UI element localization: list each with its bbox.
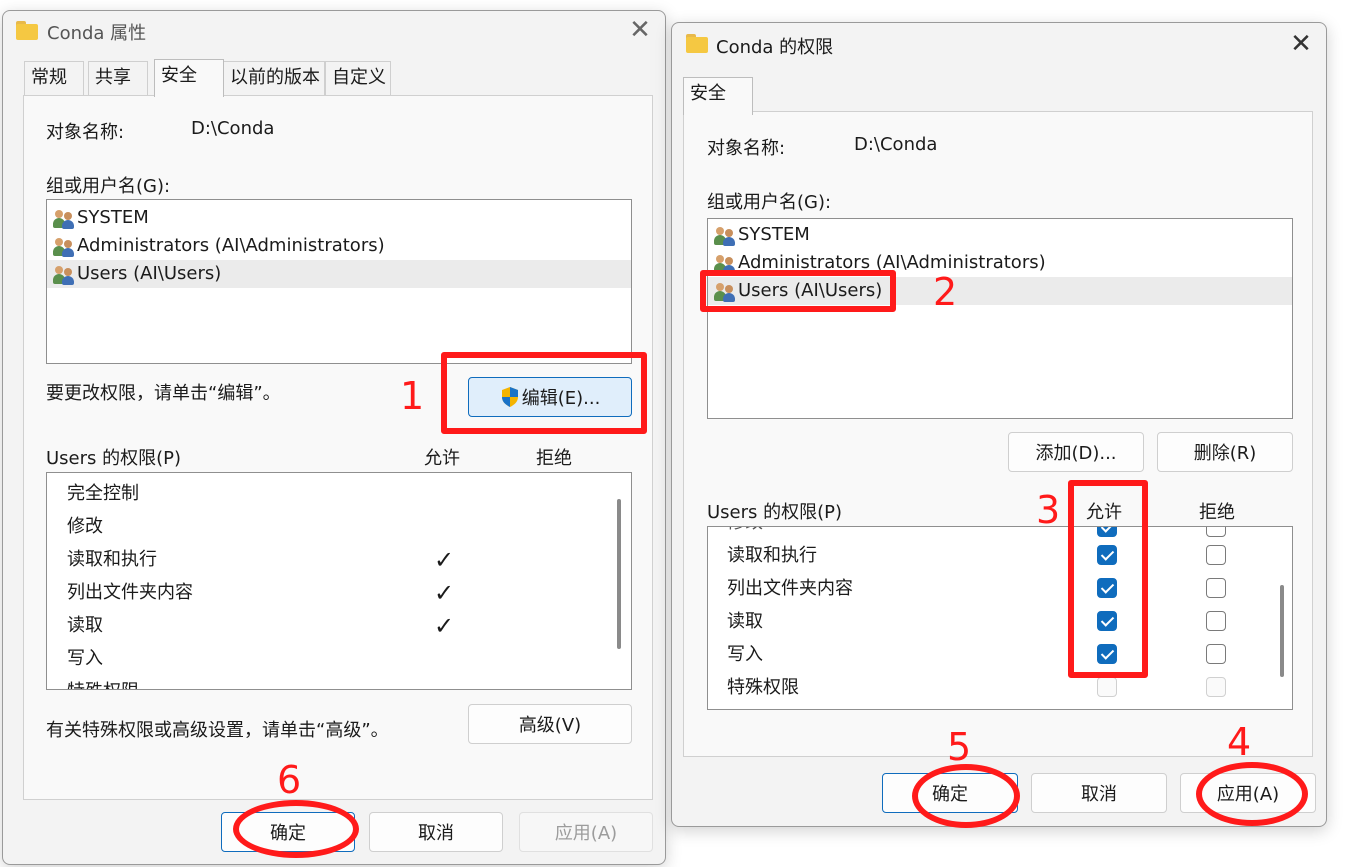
- list-item[interactable]: Administrators (AI\Administrators): [47, 232, 631, 260]
- permissions-list[interactable]: 完全控制 修改 读取和执行 列出文件夹内容 读取 写入 特殊权限 ✓ ✓ ✓: [46, 472, 632, 690]
- close-icon[interactable]: ✕: [1288, 31, 1314, 57]
- deny-checkbox[interactable]: [1206, 527, 1226, 537]
- annotation-box-users: [700, 270, 896, 312]
- list-item[interactable]: Users (AI\Users): [47, 260, 631, 288]
- user-list[interactable]: SYSTEM Administrators (AI\Administrators…: [707, 218, 1293, 419]
- permission-row: 写入: [727, 644, 763, 665]
- check-icon: ✓: [434, 546, 455, 574]
- check-icon: ✓: [434, 579, 455, 607]
- annotation-circle-ok: [233, 800, 359, 858]
- user-group-icon: [714, 227, 736, 246]
- allow-checkbox: [1097, 677, 1117, 697]
- tab-previous-versions[interactable]: 以前的版本: [223, 61, 325, 95]
- security-panel: 对象名称: D:\Conda 组或用户名(G): SYSTEM Administ…: [683, 111, 1313, 757]
- window-title: Conda 属性: [47, 23, 147, 44]
- annotation-circle-ok: [912, 764, 1020, 828]
- permission-row: 修改: [67, 516, 103, 537]
- tab-label: 安全: [161, 65, 197, 86]
- deny-checkbox: [1206, 677, 1226, 697]
- deny-checkbox[interactable]: [1206, 611, 1226, 631]
- properties-dialog: Conda 属性 ✕ 常规 共享 安全 以前的版本 自定义 对象名称: D:\C…: [2, 10, 666, 865]
- permission-row: 列出文件夹内容: [727, 578, 853, 599]
- permission-row: 特殊权限: [67, 675, 139, 689]
- remove-button[interactable]: 删除(R): [1157, 432, 1293, 472]
- deny-checkbox[interactable]: [1206, 578, 1226, 598]
- tab-security[interactable]: 安全: [683, 77, 753, 115]
- permission-row: 读取和执行: [727, 545, 817, 566]
- deny-checkbox[interactable]: [1206, 644, 1226, 664]
- close-icon[interactable]: ✕: [627, 17, 653, 43]
- permissions-label: Users 的权限(P): [46, 448, 182, 469]
- annotation-circle-apply: [1196, 762, 1308, 826]
- permission-row: 读取和执行: [67, 549, 157, 570]
- deny-header: 拒绝: [536, 448, 572, 469]
- step-number: 3: [1036, 488, 1061, 532]
- scrollbar-thumb[interactable]: [617, 499, 621, 649]
- tab-label: 安全: [690, 83, 726, 104]
- permission-row: 完全控制: [67, 483, 139, 504]
- user-name: SYSTEM: [738, 224, 810, 245]
- advanced-hint: 有关特殊权限或高级设置，请单击“高级”。: [46, 720, 389, 741]
- permissions-dialog: Conda 的权限 ✕ 安全 对象名称: D:\Conda 组或用户名(G): …: [671, 22, 1327, 827]
- tab-label: 常规: [31, 67, 67, 88]
- object-name-label: 对象名称:: [46, 122, 125, 143]
- allow-header: 允许: [424, 448, 460, 469]
- folder-icon: [686, 34, 708, 53]
- user-list[interactable]: SYSTEM Administrators (AI\Administrators…: [46, 199, 632, 364]
- tab-label: 自定义: [332, 67, 386, 88]
- step-number: 4: [1227, 720, 1252, 764]
- tab-sharing[interactable]: 共享: [88, 61, 148, 95]
- window-title: Conda 的权限: [716, 37, 834, 58]
- permissions-list[interactable]: 修改 读取和执行 列出文件夹内容 读取 写入 特殊权限: [707, 526, 1293, 710]
- scrollbar-thumb[interactable]: [1280, 585, 1284, 677]
- user-group-icon: [53, 238, 75, 257]
- advanced-button[interactable]: 高级(V): [468, 704, 632, 744]
- annotation-box-edit: [441, 352, 647, 434]
- tab-customize[interactable]: 自定义: [325, 61, 391, 95]
- user-name: Users (AI\Users): [77, 263, 222, 284]
- tab-label: 以前的版本: [230, 67, 320, 88]
- annotation-box-allow: [1068, 480, 1148, 678]
- permission-row: 列出文件夹内容: [67, 582, 193, 603]
- security-panel: 对象名称: D:\Conda 组或用户名(G): SYSTEM Administ…: [23, 95, 653, 800]
- apply-button[interactable]: 应用(A): [519, 812, 653, 852]
- check-icon: ✓: [434, 612, 455, 640]
- tab-label: 共享: [95, 67, 131, 88]
- step-number: 1: [400, 374, 425, 418]
- permission-row: 特殊权限: [727, 677, 799, 698]
- object-name-label: 对象名称:: [707, 138, 786, 159]
- permission-row: 修改: [727, 527, 763, 539]
- list-item[interactable]: SYSTEM: [708, 221, 1292, 249]
- list-item[interactable]: SYSTEM: [47, 204, 631, 232]
- tab-security[interactable]: 安全: [154, 59, 224, 97]
- user-name: Administrators (AI\Administrators): [77, 235, 385, 256]
- group-user-label: 组或用户名(G):: [46, 176, 171, 197]
- group-user-label: 组或用户名(G):: [707, 192, 832, 213]
- edit-hint: 要更改权限，请单击“编辑”。: [46, 383, 281, 404]
- step-number: 2: [933, 270, 958, 314]
- step-number: 6: [277, 758, 302, 802]
- user-group-icon: [53, 266, 75, 285]
- object-name-value: D:\Conda: [854, 134, 938, 155]
- cancel-button[interactable]: 取消: [1031, 773, 1167, 813]
- deny-checkbox[interactable]: [1206, 545, 1226, 565]
- permission-row: 读取: [67, 615, 103, 636]
- permission-row: 写入: [67, 648, 103, 669]
- user-name: SYSTEM: [77, 207, 149, 228]
- permissions-label: Users 的权限(P): [707, 502, 843, 523]
- add-button[interactable]: 添加(D)...: [1008, 432, 1144, 472]
- user-group-icon: [53, 210, 75, 229]
- title-bar: Conda 属性 ✕: [3, 11, 665, 51]
- step-number: 5: [947, 725, 972, 769]
- title-bar: Conda 的权限 ✕: [672, 23, 1326, 63]
- tab-general[interactable]: 常规: [24, 61, 84, 95]
- folder-icon: [16, 21, 38, 40]
- object-name-value: D:\Conda: [191, 118, 275, 139]
- deny-header: 拒绝: [1199, 502, 1235, 523]
- permission-row: 读取: [727, 611, 763, 632]
- cancel-button[interactable]: 取消: [369, 812, 503, 852]
